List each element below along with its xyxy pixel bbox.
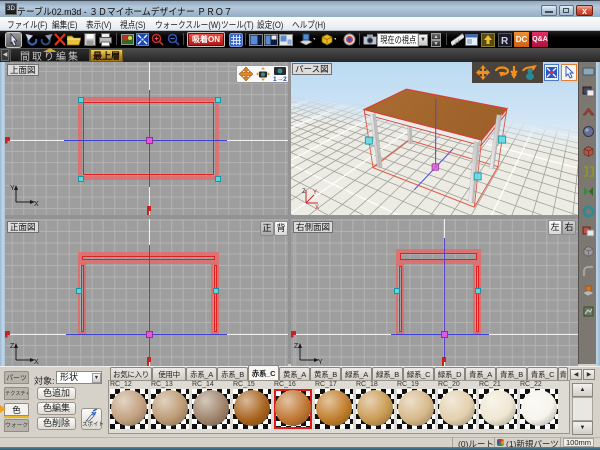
svg-text:Z: Z: [302, 189, 306, 195]
svg-text:Y: Y: [313, 190, 317, 196]
svg-text:1→2: 1→2: [273, 76, 287, 81]
svg-text:Z: Z: [10, 343, 15, 350]
svg-text:Z: Z: [294, 343, 299, 350]
svg-text:X: X: [34, 201, 39, 206]
svg-text:R: R: [501, 36, 509, 47]
svg-text:X: X: [34, 359, 39, 364]
svg-text:X: X: [315, 205, 319, 211]
svg-text:Y: Y: [318, 359, 323, 364]
svg-text:Y: Y: [10, 185, 15, 192]
